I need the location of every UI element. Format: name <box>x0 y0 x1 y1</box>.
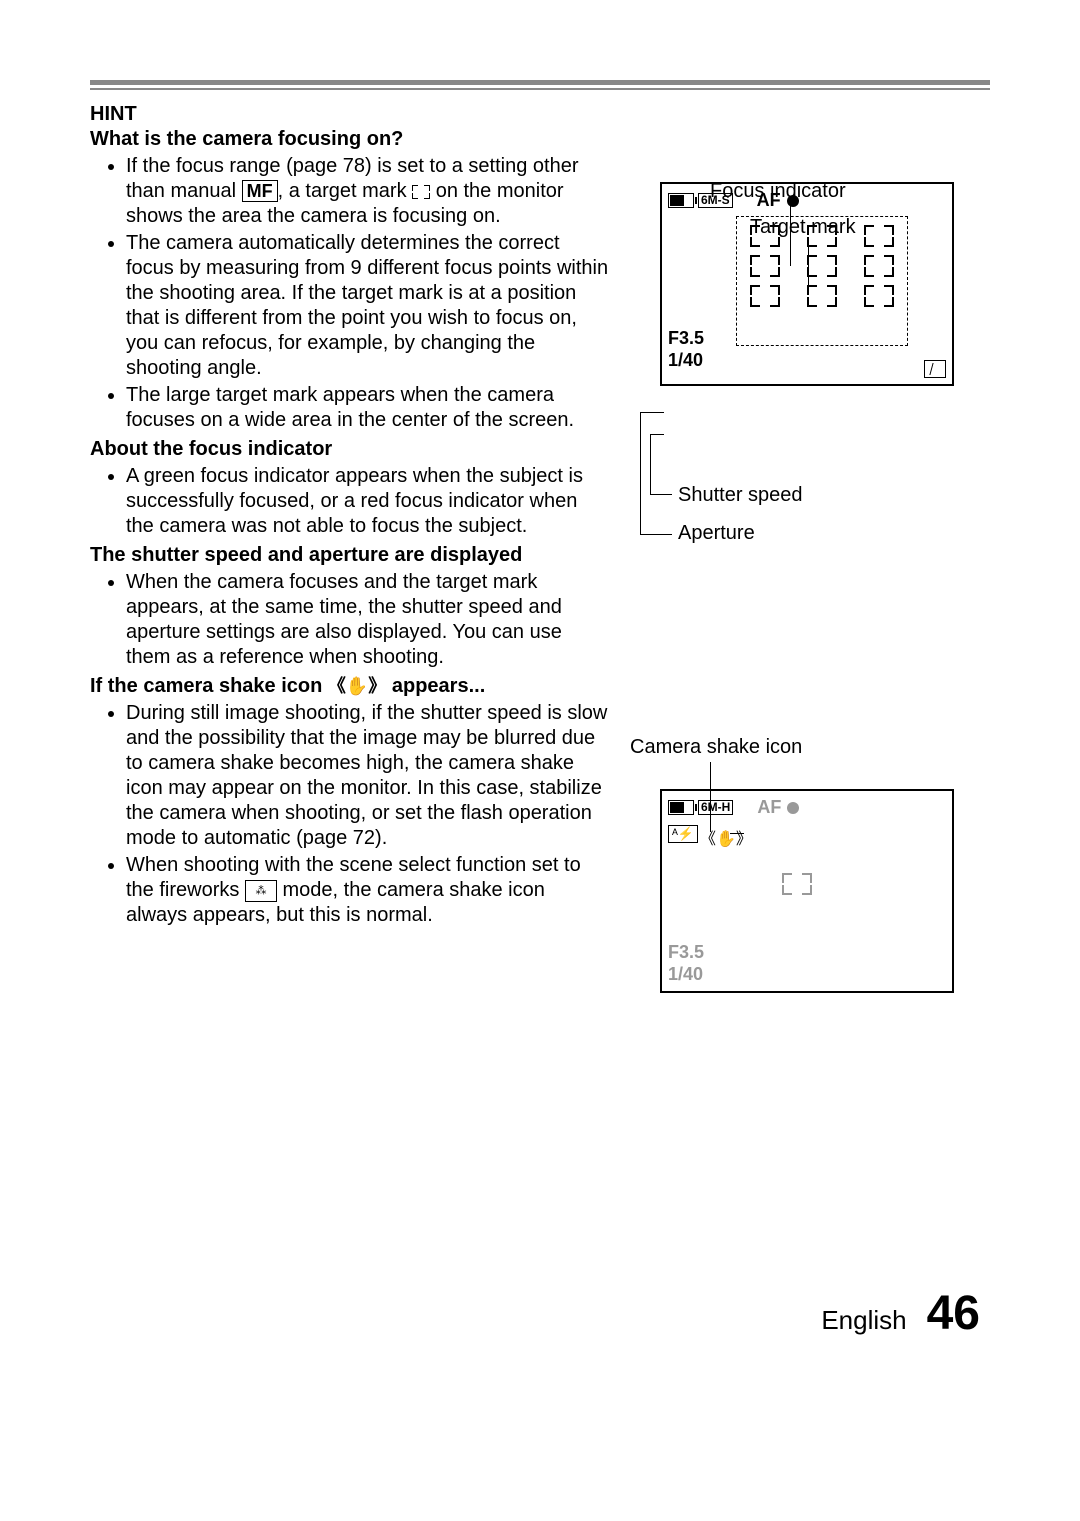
camera-shake-label: Camera shake icon <box>630 736 990 759</box>
mf-icon: MF <box>242 180 278 202</box>
focus-diagram: Focus indicator Target mark 6M-S AF <box>630 182 990 386</box>
focus-points-grid <box>736 216 908 346</box>
focus-point-icon <box>782 873 812 895</box>
focus-point-icon <box>750 255 780 277</box>
shutter-value: 1/40 <box>668 350 703 371</box>
aperture-value: F3.5 <box>668 328 704 349</box>
af-dot-icon <box>787 802 799 814</box>
camera-screen-1: 6M-S AF <box>660 182 954 386</box>
screen-topbar: 6M-S AF <box>668 190 799 211</box>
bullet-list-3: When the camera focuses and the target m… <box>90 570 610 670</box>
shutter-value: 1/40 <box>668 964 703 985</box>
battery-icon <box>668 800 694 815</box>
bullet-item: The camera automatically determines the … <box>126 231 610 381</box>
focus-point-icon <box>750 285 780 307</box>
top-dividers <box>90 80 990 90</box>
af-dot-icon <box>787 195 799 207</box>
bullet-item: If the focus range (page 78) is set to a… <box>126 154 610 229</box>
focus-point-icon <box>807 225 837 247</box>
language-label: English <box>821 1305 906 1336</box>
target-mark-icon <box>412 185 430 199</box>
bullet-list-4: During still image shooting, if the shut… <box>90 701 610 928</box>
camera-shake-icon: 《✋》 <box>328 675 386 698</box>
diagram-column: Focus indicator Target mark 6M-S AF <box>630 102 990 993</box>
fireworks-icon: ⁂ <box>245 880 277 902</box>
manual-page: HINT What is the camera focusing on? If … <box>0 0 1080 1521</box>
aperture-label: Aperture <box>678 522 755 545</box>
focus-point-icon <box>864 225 894 247</box>
text-column: HINT What is the camera focusing on? If … <box>90 102 610 993</box>
resolution-badge: 6M-H <box>698 800 733 815</box>
page-footer: English 46 <box>821 1286 980 1341</box>
content-columns: HINT What is the camera focusing on? If … <box>90 102 990 993</box>
bullet-item: The large target mark appears when the c… <box>126 383 610 433</box>
focus-point-icon <box>807 255 837 277</box>
section-heading-2: About the focus indicator <box>90 437 610 462</box>
section-heading-1: What is the camera focusing on? <box>90 127 610 152</box>
camera-screen-2: 6M-H AF ᴬ⚡ 《✋》 F3.5 1/40 <box>660 789 954 993</box>
section-heading-4: If the camera shake icon 《✋》 appears... <box>90 674 610 699</box>
shake-diagram: Camera shake icon 6M-H AF ᴬ⚡ 《✋》 F3.5 1/… <box>630 736 990 993</box>
page-number: 46 <box>927 1286 980 1341</box>
shutter-speed-label: Shutter speed <box>678 484 803 507</box>
bullet-item: When the camera focuses and the target m… <box>126 570 610 670</box>
aperture-value: F3.5 <box>668 942 704 963</box>
flash-auto-icon: ᴬ⚡ <box>668 825 698 843</box>
battery-icon <box>668 193 694 208</box>
card-icon <box>924 360 946 378</box>
bullet-item: When shooting with the scene select func… <box>126 853 610 928</box>
focus-point-icon <box>750 225 780 247</box>
hint-heading: HINT <box>90 102 610 127</box>
bullet-item: A green focus indicator appears when the… <box>126 464 610 539</box>
bullet-list-2: A green focus indicator appears when the… <box>90 464 610 539</box>
bullet-list-1: If the focus range (page 78) is set to a… <box>90 154 610 433</box>
focus-point-icon <box>864 285 894 307</box>
camera-shake-icon: 《✋》 <box>700 825 752 849</box>
bullet-item: During still image shooting, if the shut… <box>126 701 610 851</box>
af-label: AF <box>757 190 781 211</box>
section-heading-3: The shutter speed and aperture are displ… <box>90 543 610 568</box>
af-label: AF <box>757 797 781 818</box>
focus-point-icon <box>864 255 894 277</box>
screen-topbar: 6M-H AF <box>668 797 799 818</box>
focus-point-icon <box>807 285 837 307</box>
resolution-badge: 6M-S <box>698 193 733 208</box>
